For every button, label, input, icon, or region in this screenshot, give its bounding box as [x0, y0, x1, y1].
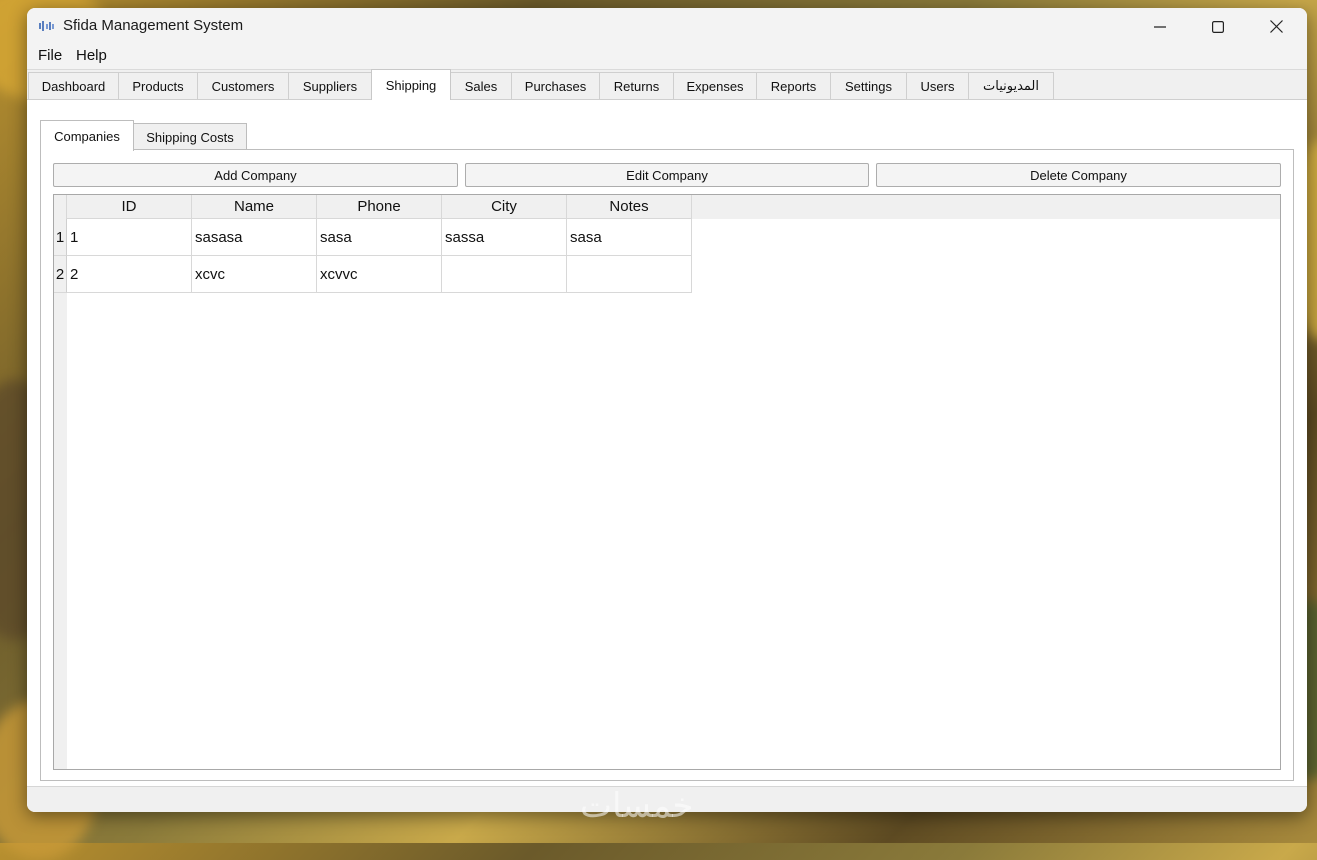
column-header-phone[interactable]: Phone: [317, 195, 442, 219]
subtab-companies[interactable]: Companies: [40, 120, 134, 151]
companies-panel: Add Company Edit Company Delete Company …: [40, 149, 1294, 781]
column-header-notes[interactable]: Notes: [567, 195, 692, 219]
main-tab-bar: Dashboard Products Customers Suppliers S…: [28, 69, 1306, 100]
tab-settings[interactable]: Settings: [830, 72, 907, 99]
tab-reports[interactable]: Reports: [756, 72, 831, 99]
add-company-button[interactable]: Add Company: [53, 163, 458, 187]
menu-file[interactable]: File: [36, 47, 64, 64]
column-header-city[interactable]: City: [442, 195, 567, 219]
minimize-icon: [1153, 25, 1166, 28]
tab-suppliers[interactable]: Suppliers: [288, 72, 372, 99]
column-header-id[interactable]: ID: [67, 195, 192, 219]
tab-shipping[interactable]: Shipping: [371, 69, 451, 100]
edit-company-button[interactable]: Edit Company: [465, 163, 869, 187]
subtab-shipping-costs[interactable]: Shipping Costs: [133, 123, 247, 151]
column-header-name[interactable]: Name: [192, 195, 317, 219]
tab-users[interactable]: Users: [906, 72, 969, 99]
cell-id[interactable]: 1: [67, 219, 192, 256]
cell-name[interactable]: sasasa: [192, 219, 317, 256]
cell-notes[interactable]: sasa: [567, 219, 692, 256]
tab-returns[interactable]: Returns: [599, 72, 674, 99]
cell-id[interactable]: 2: [67, 256, 192, 293]
cell-notes[interactable]: [567, 256, 692, 293]
cell-city[interactable]: [442, 256, 567, 293]
cell-name[interactable]: xcvc: [192, 256, 317, 293]
delete-company-button[interactable]: Delete Company: [876, 163, 1281, 187]
cell-phone[interactable]: xcvvc: [317, 256, 442, 293]
tab-expenses[interactable]: Expenses: [673, 72, 757, 99]
title-bar[interactable]: Sfida Management System: [27, 8, 1307, 45]
cell-city[interactable]: sassa: [442, 219, 567, 256]
maximize-icon: [1211, 20, 1224, 33]
tab-purchases[interactable]: Purchases: [511, 72, 600, 99]
shipping-pane: Companies Shipping Costs Add Company Edi…: [27, 99, 1307, 786]
tab-dashboard[interactable]: Dashboard: [28, 72, 119, 99]
menu-help[interactable]: Help: [74, 47, 109, 64]
row-header[interactable]: 1: [54, 219, 67, 256]
cell-phone[interactable]: sasa: [317, 219, 442, 256]
minimize-button[interactable]: [1130, 8, 1189, 45]
tab-debts[interactable]: المديونيات: [968, 72, 1054, 99]
close-icon: [1270, 20, 1283, 33]
menu-bar: File Help: [27, 45, 1307, 70]
watermark: خمسات: [580, 786, 694, 826]
tab-customers[interactable]: Customers: [197, 72, 289, 99]
app-logo-icon: [39, 21, 54, 31]
companies-table[interactable]: ID Name Phone City Notes 1 2 1 sasasa sa…: [53, 194, 1281, 770]
tab-sales[interactable]: Sales: [450, 72, 512, 99]
row-header[interactable]: 2: [54, 256, 67, 293]
table-corner-button[interactable]: [54, 195, 67, 219]
close-button[interactable]: [1247, 8, 1306, 45]
app-window: Sfida Management System File Help Dashbo…: [27, 8, 1307, 812]
maximize-button[interactable]: [1188, 8, 1247, 45]
row-header-background: [54, 219, 67, 769]
tab-products[interactable]: Products: [118, 72, 198, 99]
window-title: Sfida Management System: [63, 17, 244, 34]
